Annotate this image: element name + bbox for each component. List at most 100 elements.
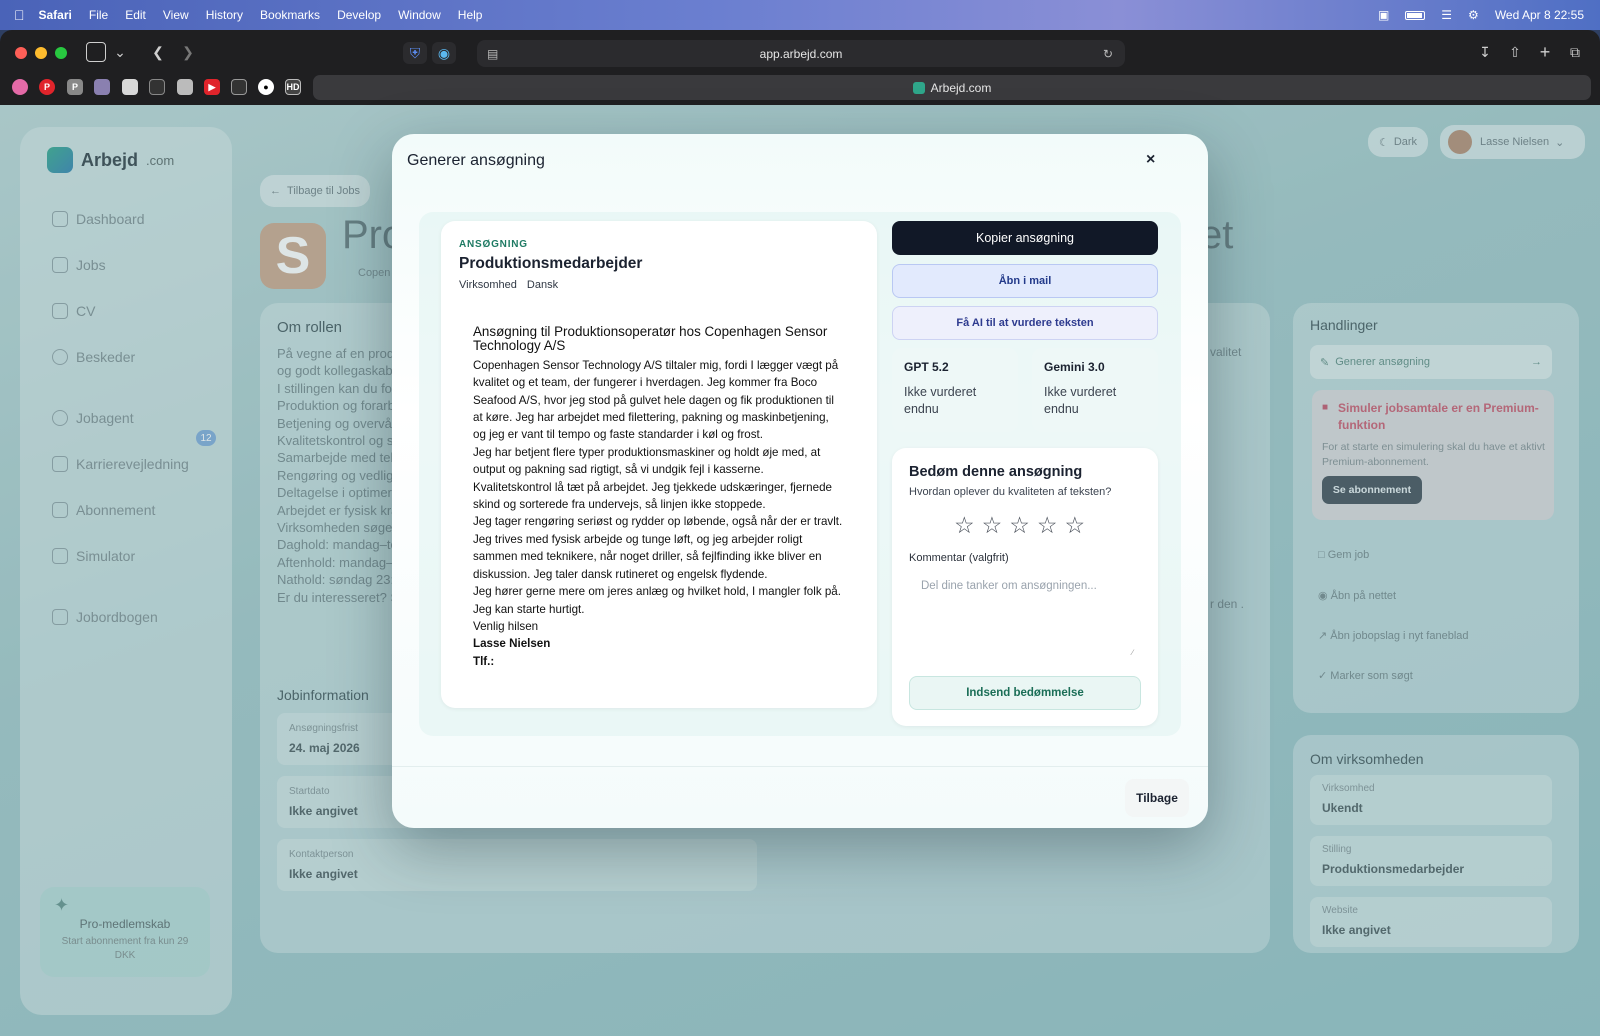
letter-line: kvalitet og et team, der fungerer i hver…	[473, 376, 818, 390]
model-name: Gemini 3.0	[1044, 360, 1105, 374]
page-menu-icon[interactable]: ▤	[487, 47, 498, 61]
model-status: Ikke vurderet endnu	[904, 385, 977, 416]
letter-line: at køre. Jeg har arbejdet med filetterin…	[473, 411, 829, 425]
downloads-icon[interactable]: ↧	[1475, 42, 1495, 62]
star-rating: ☆ ☆ ☆ ☆ ☆	[954, 512, 1085, 539]
copy-application-button[interactable]: Kopier ansøgning	[892, 221, 1158, 255]
favorite-doc-icon[interactable]	[231, 79, 247, 95]
close-window-button[interactable]	[15, 47, 27, 59]
letter-title: Produktionsmedarbejder	[459, 255, 643, 272]
modal-title: Generer ansøgning	[407, 152, 545, 169]
comment-textarea[interactable]: Del dine tanker om ansøgningen...	[909, 570, 1141, 658]
letter-line: Jeg har betjent flere typer produktionsm…	[473, 445, 821, 459]
reload-icon[interactable]: ↻	[1103, 47, 1113, 61]
menu-file[interactable]: File	[89, 8, 108, 22]
star-icon[interactable]: ☆	[954, 512, 975, 539]
apple-icon[interactable]: 	[14, 7, 25, 23]
browser-chrome: ⌄ ❮ ❯ ⛨ ◉ ▤ app.arbejd.com ↻ ↧ ⇧ + ⧉ P P…	[0, 30, 1600, 105]
open-in-mail-button[interactable]: Åbn i mail	[892, 264, 1158, 298]
menu-help[interactable]: Help	[458, 8, 483, 22]
star-icon[interactable]: ☆	[1065, 512, 1086, 539]
letter-line: skind og sorterede fra undervejs, så lin…	[473, 498, 766, 512]
url-bar[interactable]: ▤ app.arbejd.com ↻	[477, 40, 1125, 67]
favorite-youtube-icon[interactable]: ▶	[204, 79, 220, 95]
back-button[interactable]: Tilbage	[1125, 779, 1189, 817]
letter-heading: Ansøgning til Produktionsoperatør hos Co…	[473, 324, 828, 354]
control-center-icon[interactable]: ⚙	[1468, 8, 1479, 22]
battery-icon[interactable]	[1405, 10, 1426, 20]
letter-line: Copenhagen Sensor Technology A/S tiltale…	[473, 358, 839, 372]
sidebar-toggle-icon[interactable]	[86, 42, 106, 62]
menu-window[interactable]: Window	[398, 8, 441, 22]
resize-handle-icon[interactable]: ∕	[1132, 648, 1133, 657]
application-letter-card: ANSØGNING Produktionsmedarbejder Virksom…	[441, 221, 877, 708]
letter-line: Jeg tager rengøring seriøst og rydder op…	[473, 515, 843, 529]
menu-app[interactable]: Safari	[39, 8, 72, 22]
tab-active[interactable]: Arbejd.com	[313, 75, 1591, 100]
favorite-gray-icon[interactable]	[177, 79, 193, 95]
modal-footer-divider	[392, 766, 1208, 767]
letter-phone: Tlf.:	[473, 654, 495, 668]
model-status: Ikke vurderet endnu	[1044, 385, 1117, 416]
rating-card: Bedøm denne ansøgning Hvordan oplever du…	[892, 448, 1158, 726]
favorite-pinterest-icon[interactable]: P	[39, 79, 55, 95]
star-icon[interactable]: ☆	[1037, 512, 1058, 539]
new-tab-icon[interactable]: +	[1535, 42, 1555, 62]
zoom-window-button[interactable]	[55, 47, 67, 59]
star-icon[interactable]: ☆	[982, 512, 1003, 539]
letter-line: Venlig hilsen	[473, 619, 539, 633]
tab-title: Arbejd.com	[930, 80, 992, 95]
ghost-icon[interactable]: ◉	[432, 42, 456, 64]
favorite-dribbble-icon[interactable]	[12, 79, 28, 95]
model-card-gemini: Gemini 3.0 Ikke vurderet endnu	[1032, 348, 1158, 432]
letter-signature: Lasse Nielsen	[473, 637, 551, 651]
letter-line: og jeg er vant til tempo og faste standa…	[473, 428, 763, 442]
submit-rating-button[interactable]: Indsend bedømmelse	[909, 676, 1141, 710]
letter-label: ANSØGNING	[459, 239, 528, 250]
favorite-hd-icon[interactable]: HD	[285, 79, 301, 95]
wifi-icon[interactable]: ☰	[1441, 8, 1452, 22]
letter-line: Seafood A/S, hvor jeg stod på gulvet hel…	[473, 393, 834, 407]
minimize-window-button[interactable]	[35, 47, 47, 59]
chevron-down-icon[interactable]: ⌄	[112, 42, 128, 62]
back-icon[interactable]: ❮	[148, 42, 168, 62]
model-name: GPT 5.2	[904, 360, 949, 374]
favorite-grid-icon[interactable]	[149, 79, 165, 95]
letter-line: sammen med teknikere, når noget driller,…	[473, 550, 822, 564]
favorite-flag-icon[interactable]	[122, 79, 138, 95]
letter-meta: Virksomhed Dansk	[459, 279, 558, 291]
letter-line: Jeg kan starte hurtigt.	[473, 602, 585, 616]
comment-label: Kommentar (valgfrit)	[909, 552, 1009, 564]
favorite-p-icon[interactable]: P	[67, 79, 83, 95]
share-icon[interactable]: ⇧	[1505, 42, 1525, 62]
ai-review-button[interactable]: Få AI til at vurdere teksten	[892, 306, 1158, 340]
close-icon[interactable]: ×	[1146, 151, 1155, 169]
meta-company: Virksomhed	[459, 279, 517, 291]
letter-body[interactable]: Ansøgning til Produktionsoperatør hos Co…	[473, 324, 851, 670]
url-text[interactable]: app.arbejd.com	[760, 47, 843, 61]
star-icon[interactable]: ☆	[1009, 512, 1030, 539]
forward-icon[interactable]: ❯	[178, 42, 198, 62]
shield-icon[interactable]: ⛨	[403, 42, 427, 64]
model-card-gpt: GPT 5.2 Ikke vurderet endnu	[892, 348, 1018, 432]
letter-line: diskussion. Jeg taler dansk rutineret og…	[473, 567, 768, 581]
menu-view[interactable]: View	[163, 8, 189, 22]
letter-line: output og pakning sad rigtigt, så vi und…	[473, 463, 764, 477]
clock[interactable]: Wed Apr 8 22:55	[1495, 8, 1584, 22]
letter-line: Jeg hører gerne mere om jeres anlæg og h…	[473, 585, 841, 599]
menu-edit[interactable]: Edit	[125, 8, 146, 22]
tab-favicon-icon	[912, 81, 925, 94]
tab-overview-icon[interactable]: ⧉	[1565, 42, 1585, 62]
menubar:  Safari File Edit View History Bookmark…	[0, 0, 1600, 30]
menu-history[interactable]: History	[206, 8, 243, 22]
letter-line: Kvalitetskontrol lå tæt på arbejdet. Jeg…	[473, 480, 832, 494]
letter-line: Jeg trives med fysisk arbejde og tunge l…	[473, 532, 803, 546]
menu-bookmarks[interactable]: Bookmarks	[260, 8, 320, 22]
screen-mirror-icon[interactable]: ▣	[1378, 8, 1389, 22]
favorite-ghost-icon[interactable]	[94, 79, 110, 95]
favorite-github-icon[interactable]: ●	[258, 79, 274, 95]
menu-develop[interactable]: Develop	[337, 8, 381, 22]
rating-title: Bedøm denne ansøgning	[909, 464, 1083, 480]
meta-language: Dansk	[526, 279, 559, 291]
rating-question: Hvordan oplever du kvaliteten af teksten…	[909, 486, 1112, 498]
